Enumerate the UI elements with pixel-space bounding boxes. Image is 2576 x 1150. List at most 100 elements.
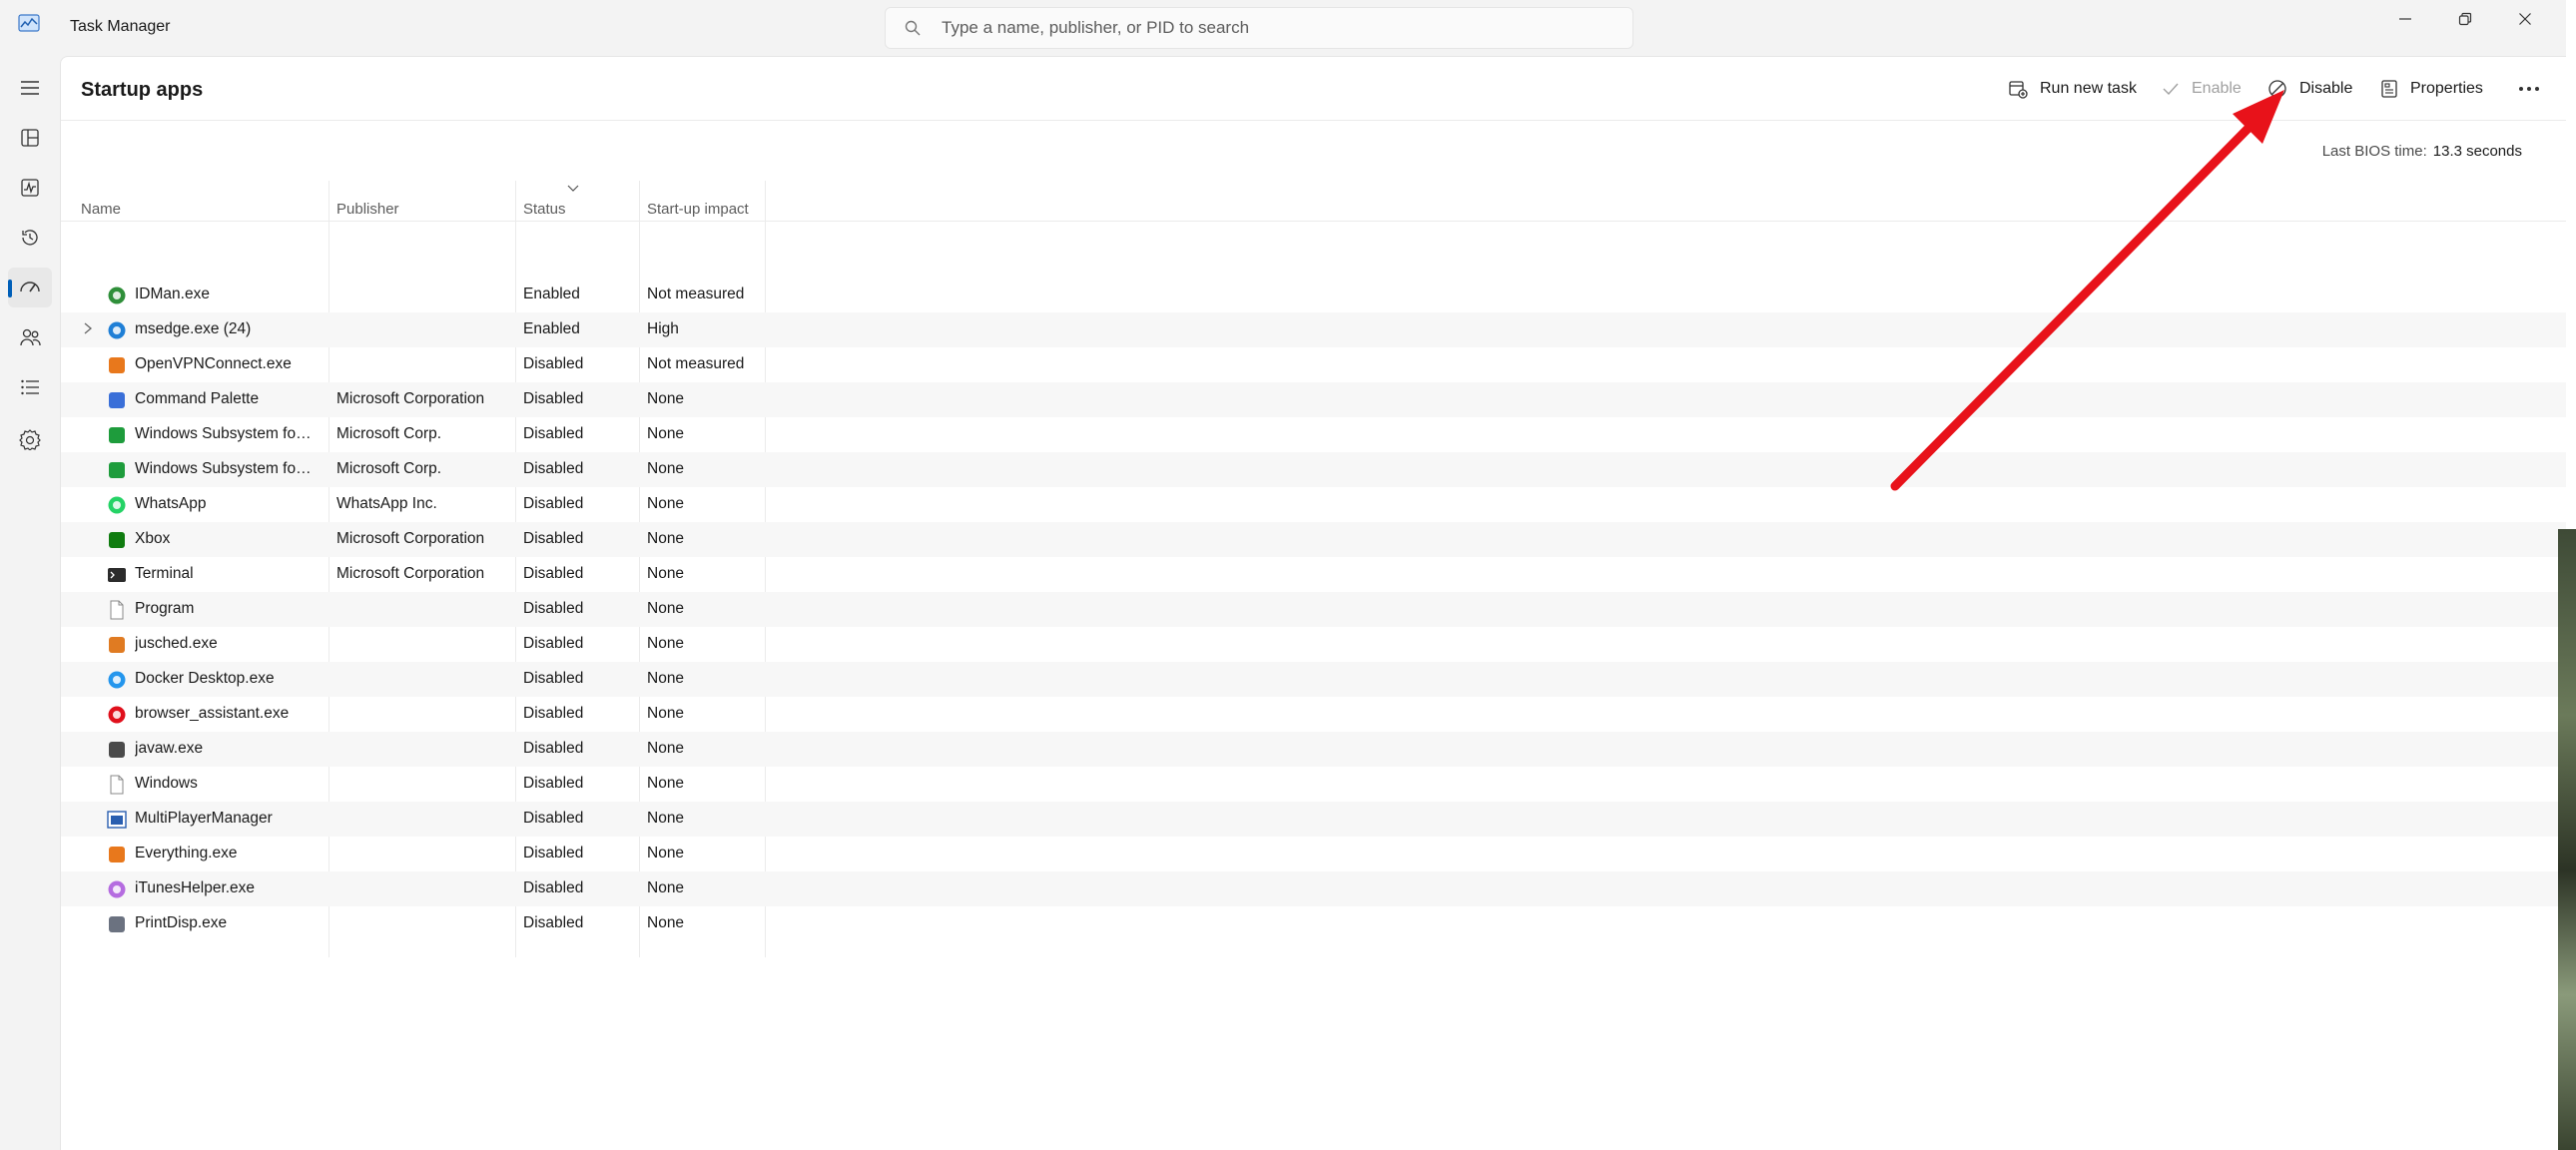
nav-processes[interactable] <box>8 118 52 158</box>
table-row[interactable]: Windows Disabled None <box>61 767 2567 802</box>
column-header-impact[interactable]: Start-up impact <box>647 201 749 218</box>
impact-cell: None <box>647 425 685 442</box>
table-row[interactable]: iTunesHelper.exe Disabled None <box>61 871 2567 906</box>
nav-menu-button[interactable] <box>8 68 52 108</box>
status-cell: Disabled <box>523 670 584 687</box>
column-header-status[interactable]: Status <box>523 201 566 218</box>
properties-icon <box>2381 80 2397 98</box>
nav-services[interactable] <box>8 419 52 459</box>
nav-users[interactable] <box>8 317 52 357</box>
process-name: jusched.exe <box>135 635 218 652</box>
restore-icon <box>2458 12 2472 26</box>
table-row[interactable]: Xbox Microsoft Corporation Disabled None <box>61 522 2567 557</box>
wsa-icon <box>109 427 125 443</box>
publisher-cell: WhatsApp Inc. <box>336 495 437 512</box>
properties-label: Properties <box>2410 80 2483 97</box>
main-content: Startup apps Run new task Enable Disable <box>60 56 2567 1150</box>
enable-button[interactable]: Enable <box>2162 71 2242 107</box>
restore-button[interactable] <box>2436 0 2494 38</box>
table-row[interactable]: javaw.exe Disabled None <box>61 732 2567 767</box>
disable-button[interactable]: Disable <box>2267 71 2352 107</box>
table-row[interactable]: Program Disabled None <box>61 592 2567 627</box>
history-icon <box>22 230 38 246</box>
minimize-button[interactable] <box>2376 0 2434 38</box>
table-row[interactable]: Windows Subsystem for A... Microsoft Corp… <box>61 452 2567 487</box>
table-row[interactable]: Docker Desktop.exe Disabled None <box>61 662 2567 697</box>
table-row[interactable]: Terminal Microsoft Corporation Disabled Non… <box>61 557 2567 592</box>
table-row[interactable]: Everything.exe Disabled None <box>61 837 2567 871</box>
table-row[interactable]: OpenVPNConnect.exe Disabled Not measured <box>61 347 2567 382</box>
command-palette-icon <box>109 392 125 408</box>
status-cell: Enabled <box>523 286 580 302</box>
javaw-icon <box>109 742 125 758</box>
process-name: Docker Desktop.exe <box>135 670 275 687</box>
process-name: iTunesHelper.exe <box>135 879 256 896</box>
opera-icon <box>108 706 126 724</box>
wsa-icon <box>109 462 125 478</box>
status-cell: Disabled <box>523 879 584 896</box>
process-name: WhatsApp <box>135 495 207 512</box>
more-options-button[interactable] <box>2509 71 2549 107</box>
users-icon <box>20 328 41 346</box>
table-row[interactable]: jusched.exe Disabled None <box>61 627 2567 662</box>
table-row[interactable]: msedge.exe (24) Enabled High <box>61 312 2567 347</box>
status-cell: Disabled <box>523 390 584 407</box>
table-row[interactable]: Windows Subsystem for A... Microsoft Corp… <box>61 417 2567 452</box>
impact-cell: Not measured <box>647 286 745 302</box>
properties-button[interactable]: Properties <box>2380 71 2483 107</box>
startup-icon <box>20 282 40 292</box>
publisher-cell: Microsoft Corporation <box>336 565 485 582</box>
expand-chevron-icon[interactable] <box>83 321 93 335</box>
close-icon <box>2519 13 2531 25</box>
process-name: OpenVPNConnect.exe <box>135 355 292 372</box>
nav-details[interactable] <box>8 367 52 407</box>
header-divider <box>61 120 2567 121</box>
status-cell: Disabled <box>523 705 584 722</box>
nav-startup-apps[interactable] <box>8 268 52 307</box>
table-row[interactable]: PrintDisp.exe Disabled None <box>61 906 2567 941</box>
page-title: Startup apps <box>81 79 204 101</box>
performance-icon <box>21 179 39 197</box>
table-row[interactable]: browser_assistant.exe Disabled None <box>61 697 2567 732</box>
file-icon <box>110 600 124 620</box>
window-edge <box>2566 0 2576 529</box>
table-row[interactable]: Command Palette Microsoft Corporation Disa… <box>61 382 2567 417</box>
column-header-publisher[interactable]: Publisher <box>336 201 399 218</box>
status-cell: Disabled <box>523 914 584 931</box>
enable-label: Enable <box>2192 80 2242 97</box>
sort-descending-icon <box>567 185 579 192</box>
process-name: IDMan.exe <box>135 286 210 302</box>
search-icon <box>905 20 921 36</box>
java-icon <box>109 637 125 653</box>
search-input[interactable] <box>942 14 1620 42</box>
status-cell: Enabled <box>523 320 580 337</box>
impact-cell: None <box>647 845 685 862</box>
status-cell: Disabled <box>523 740 584 757</box>
minimize-icon <box>2399 18 2411 20</box>
hamburger-icon <box>21 81 39 95</box>
header-bottom-border <box>61 221 2567 222</box>
process-name: Command Palette <box>135 390 260 407</box>
impact-cell: None <box>647 600 685 617</box>
task-manager-icon <box>18 14 40 32</box>
impact-cell: None <box>647 495 685 512</box>
run-new-task-button[interactable]: Run new task <box>2008 71 2137 107</box>
table-row[interactable]: IDMan.exe Enabled Not measured <box>61 278 2567 312</box>
impact-cell: None <box>647 879 685 896</box>
impact-cell: None <box>647 914 685 931</box>
close-button[interactable] <box>2496 0 2554 38</box>
terminal-icon <box>108 568 126 582</box>
status-cell: Disabled <box>523 495 584 512</box>
table-row[interactable]: MultiPlayerManager Disabled None <box>61 802 2567 837</box>
column-header-name[interactable]: Name <box>81 201 121 218</box>
impact-cell: None <box>647 740 685 757</box>
idman-icon <box>108 287 126 304</box>
table-row[interactable]: WhatsApp WhatsApp Inc. Disabled None <box>61 487 2567 522</box>
nav-app-history[interactable] <box>8 218 52 258</box>
process-name: Windows Subsystem for A... <box>135 460 315 477</box>
nav-performance[interactable] <box>8 168 52 208</box>
process-name: MultiPlayerManager <box>135 810 273 827</box>
search-box[interactable] <box>885 7 1633 49</box>
title-bar: Task Manager <box>0 0 2566 56</box>
everything-icon <box>109 847 125 862</box>
